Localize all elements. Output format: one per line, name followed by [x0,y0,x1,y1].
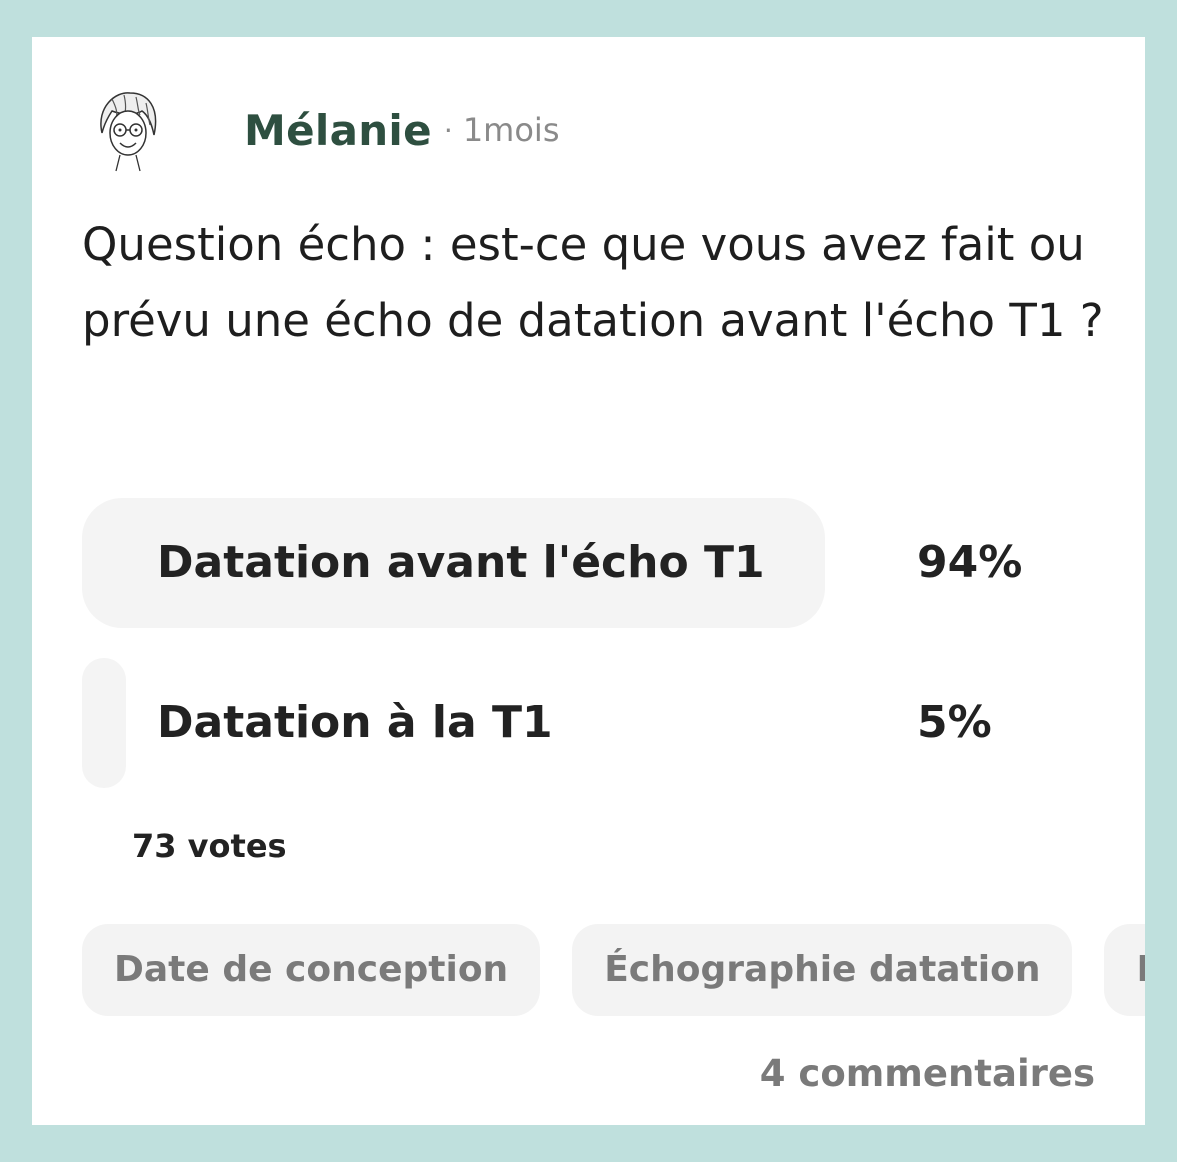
poll-bar-2 [82,658,126,788]
post-time: 1mois [462,111,560,149]
tag-chip[interactable]: Date [1104,924,1145,1016]
tag-chip[interactable]: Date de conception [82,924,541,1016]
tag-list: Date de conception Échographie datation … [82,924,1145,1016]
poll-option-label-2: Datation à la T1 [157,697,553,748]
tag-chip[interactable]: Échographie datation [572,924,1073,1016]
poll-option-percent-2: 5% [917,697,992,748]
poll-option-label-1: Datation avant l'écho T1 [157,537,765,588]
votes-count: 73 votes [132,827,287,865]
post-card: Mélanie · 1mois Question écho : est-ce q… [32,37,1145,1125]
comments-link[interactable]: 4 commentaires [760,1052,1095,1095]
avatar[interactable] [82,85,172,175]
poll-option-1[interactable]: Datation avant l'écho T1 94% [82,498,1095,628]
post-header: Mélanie · 1mois [82,85,559,175]
user-avatar-icon [100,92,157,172]
post-question: Question écho : est-ce que vous avez fai… [82,218,1104,347]
poll-option-percent-1: 94% [917,537,1023,588]
separator-dot: · [443,113,453,147]
author-name[interactable]: Mélanie [244,106,432,155]
poll-option-2[interactable]: Datation à la T1 5% [82,658,1095,788]
